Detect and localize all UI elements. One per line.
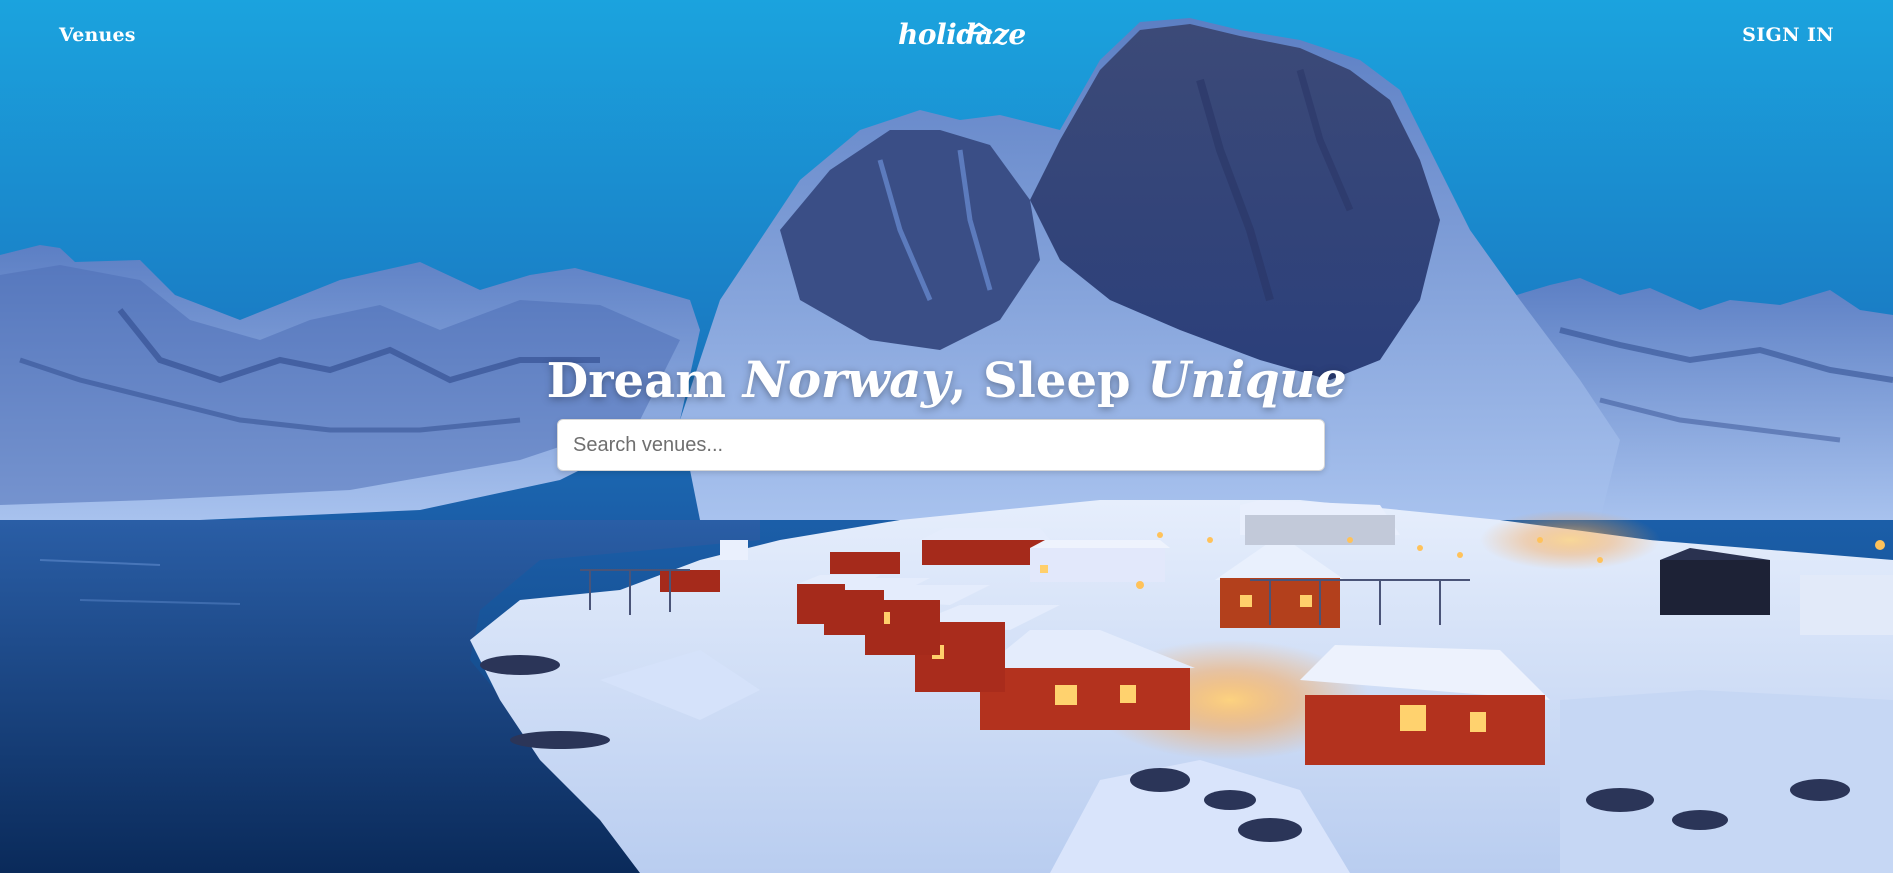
headline-word-norway: Norway	[742, 350, 950, 410]
headline-word-unique: Unique	[1147, 350, 1347, 410]
top-nav: Venues holidaze SIGN IN	[0, 0, 1893, 78]
search-input[interactable]	[557, 419, 1325, 471]
headline-word-sleep: , Sleep	[949, 353, 1148, 410]
sign-in-link[interactable]: SIGN IN	[1742, 24, 1834, 46]
hero-headline: Dream Norway, Sleep Unique	[0, 350, 1893, 409]
logo-text: holidaze	[898, 18, 1026, 51]
logo[interactable]: holidaze	[898, 16, 1026, 56]
nav-link-venues[interactable]: Venues	[59, 24, 136, 46]
headline-word-dream: Dream	[546, 353, 743, 410]
house-roof-icon	[965, 22, 993, 35]
search-bar	[557, 419, 1325, 471]
hero-section: Venues holidaze SIGN IN Dream Norway, Sl…	[0, 0, 1893, 873]
